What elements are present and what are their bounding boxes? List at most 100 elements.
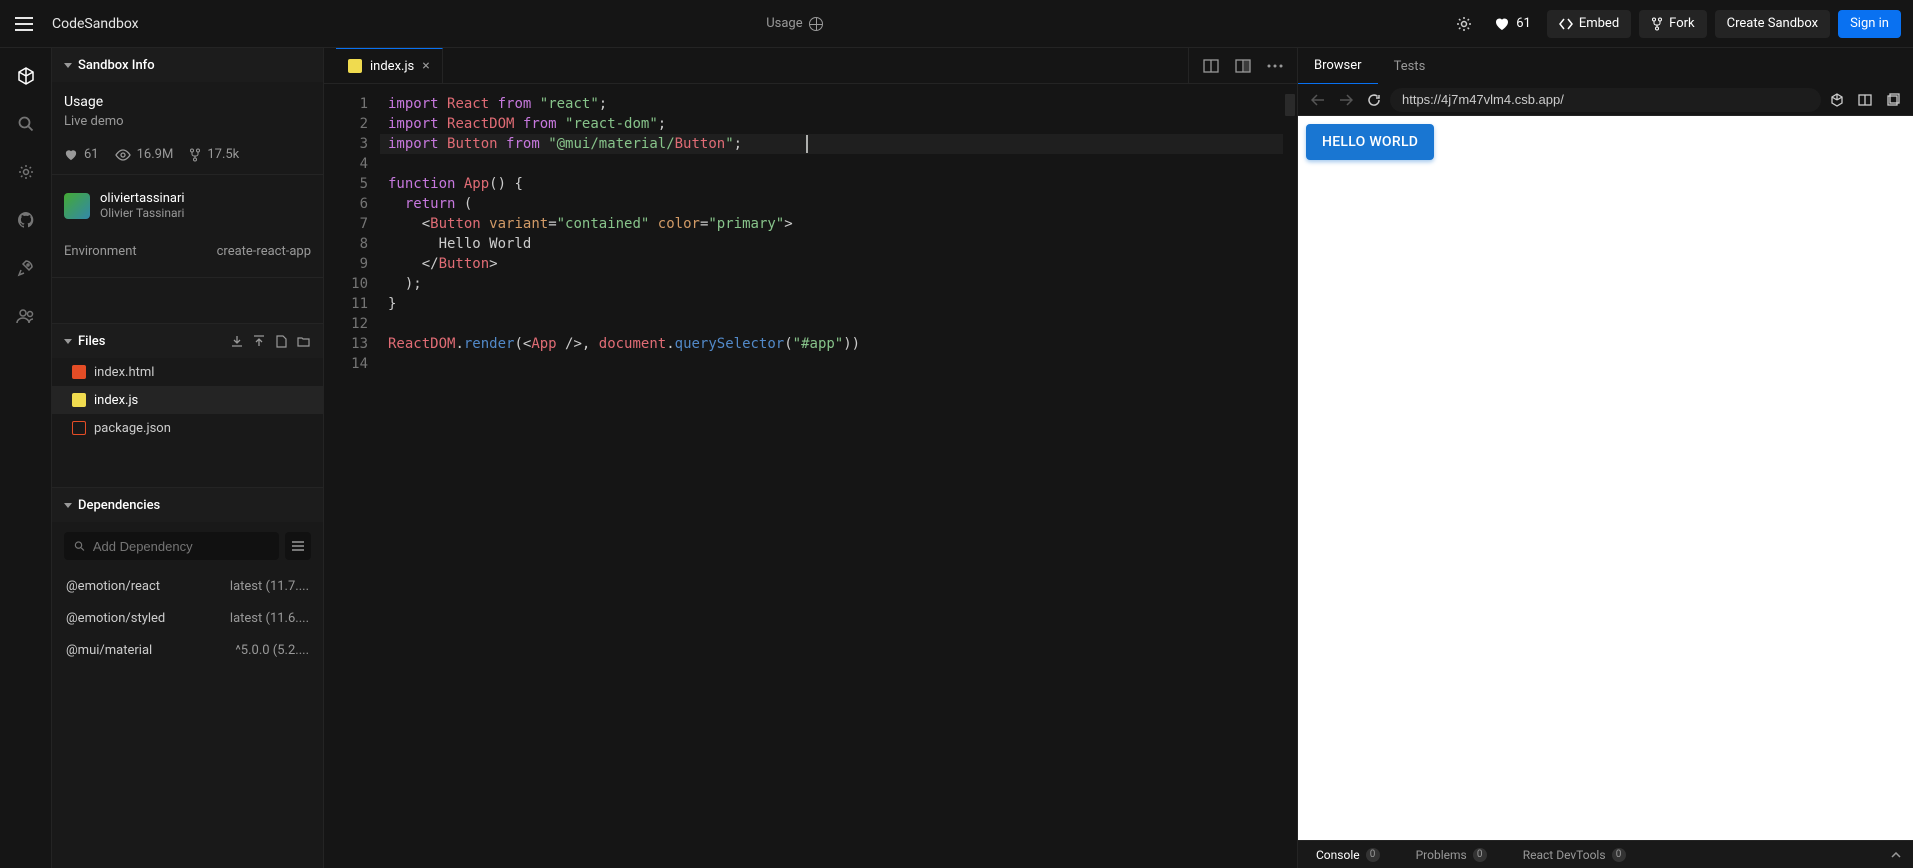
dependency-name: @emotion/styled <box>66 611 165 626</box>
dependency-item[interactable]: @emotion/react latest (11.7.... <box>64 570 311 602</box>
heart-icon <box>1494 17 1510 31</box>
stat-forks: 17.5k <box>189 147 239 162</box>
json-file-icon <box>72 421 86 435</box>
users-icon <box>16 308 36 324</box>
embed-button[interactable]: Embed <box>1547 10 1631 38</box>
js-file-icon <box>72 393 86 407</box>
files-section-header[interactable]: Files <box>52 324 323 358</box>
embed-label: Embed <box>1579 16 1619 31</box>
menu-toggle-button[interactable] <box>12 12 36 36</box>
console-tab-problems[interactable]: Problems0 <box>1410 848 1493 862</box>
console-expand-button[interactable] <box>1891 852 1901 858</box>
globe-icon <box>809 17 823 31</box>
env-value: create-react-app <box>217 244 311 259</box>
external-link-button[interactable] <box>1881 88 1905 112</box>
author-fullname: Olivier Tassinari <box>100 206 185 220</box>
new-window-button[interactable] <box>1853 88 1877 112</box>
nav-reload-button[interactable] <box>1362 88 1386 112</box>
gear-icon <box>17 163 35 181</box>
code-editor[interactable]: 1234567891011121314 import React from "r… <box>324 84 1297 868</box>
info-header-label: Sandbox Info <box>78 58 155 73</box>
dependency-item[interactable]: @emotion/styledlatest (11.6.... <box>64 602 311 634</box>
preview-tab-tests-label: Tests <box>1394 59 1426 74</box>
preview-frame: HELLO WORLD <box>1298 116 1913 840</box>
preview-tab-browser[interactable]: Browser <box>1298 48 1378 84</box>
sandbox-title: Usage <box>64 94 311 110</box>
sandbox-subtitle: Live demo <box>64 114 311 129</box>
js-file-icon <box>348 59 362 73</box>
console-tab-badge: 0 <box>1473 848 1487 862</box>
page-title: Usage <box>766 16 802 31</box>
like-button[interactable]: 61 <box>1486 10 1539 38</box>
dependency-search-input[interactable] <box>93 539 269 554</box>
reload-icon <box>1367 93 1381 107</box>
dependency-name: @emotion/react <box>66 579 160 594</box>
console-tab-label: React DevTools <box>1523 848 1606 862</box>
sign-in-button[interactable]: Sign in <box>1838 10 1901 38</box>
stat-views-value: 16.9M <box>137 147 174 162</box>
minimap[interactable] <box>1283 84 1297 868</box>
fork-button[interactable]: Fork <box>1639 10 1706 38</box>
console-tab-console[interactable]: Console 0 <box>1310 848 1386 862</box>
new-folder-button[interactable] <box>295 333 311 349</box>
upload-button[interactable] <box>251 333 267 349</box>
brand-label: CodeSandbox <box>52 16 139 32</box>
menu-icon <box>292 541 304 551</box>
hamburger-icon <box>15 17 33 31</box>
url-bar[interactable] <box>1390 88 1821 112</box>
heart-icon <box>64 149 78 161</box>
activity-live[interactable] <box>14 304 38 328</box>
new-file-button[interactable] <box>273 333 289 349</box>
split-editor-button[interactable] <box>1197 52 1225 80</box>
dependency-version: ^5.0.0 (5.2.... <box>235 643 309 658</box>
diff-view-button[interactable] <box>1229 52 1257 80</box>
diff-icon <box>1235 59 1251 73</box>
more-actions-button[interactable] <box>1261 52 1289 80</box>
file-item-label: index.js <box>94 393 138 408</box>
chevron-up-icon <box>1891 852 1901 858</box>
eye-icon <box>115 149 131 161</box>
editor-tab-indexjs[interactable]: index.js × <box>336 48 443 83</box>
arrow-right-icon <box>1339 94 1353 106</box>
file-item-index-html[interactable]: index.html <box>52 358 323 386</box>
sign-in-label: Sign in <box>1850 16 1889 31</box>
preview-tab-tests[interactable]: Tests <box>1378 48 1442 84</box>
dependency-search[interactable] <box>64 532 279 560</box>
open-sandbox-button[interactable] <box>1825 88 1849 112</box>
deps-section-header[interactable]: Dependencies <box>52 488 323 522</box>
activity-sandbox[interactable] <box>14 64 38 88</box>
activity-settings[interactable] <box>14 160 38 184</box>
author-username: oliviertassinari <box>100 191 185 206</box>
stat-likes-value: 61 <box>84 147 99 162</box>
create-sandbox-button[interactable]: Create Sandbox <box>1715 10 1830 38</box>
file-item-package-json[interactable]: package.json <box>52 414 323 442</box>
search-icon <box>17 115 35 133</box>
download-button[interactable] <box>229 333 245 349</box>
console-tab-react-devtools[interactable]: React DevTools0 <box>1517 848 1632 862</box>
stat-forks-value: 17.5k <box>207 147 239 162</box>
file-item-index-js[interactable]: index.js <box>52 386 323 414</box>
info-section-header[interactable]: Sandbox Info <box>52 48 323 82</box>
env-label: Environment <box>64 244 137 259</box>
dependency-version: latest (11.7.... <box>230 579 309 594</box>
author-link[interactable]: oliviertassinari Olivier Tassinari <box>52 175 323 236</box>
file-item-label: package.json <box>94 421 171 436</box>
hello-world-button[interactable]: HELLO WORLD <box>1306 124 1434 160</box>
activity-github[interactable] <box>14 208 38 232</box>
caret-down-icon <box>64 63 72 68</box>
dependency-menu-button[interactable] <box>285 532 311 560</box>
console-tab-badge: 0 <box>1366 848 1380 862</box>
close-tab-button[interactable]: × <box>422 59 429 73</box>
nav-back-button[interactable] <box>1306 88 1330 112</box>
activity-deploy[interactable] <box>14 256 38 280</box>
console-tab-label: Console <box>1316 848 1360 862</box>
caret-down-icon <box>64 503 72 508</box>
preferences-button[interactable] <box>1450 10 1478 38</box>
dependency-item[interactable]: @mui/material ^5.0.0 (5.2.... <box>64 634 311 666</box>
dependency-name: @mui/material <box>66 643 152 658</box>
nav-forward-button[interactable] <box>1334 88 1358 112</box>
url-input[interactable] <box>1402 92 1809 107</box>
github-icon <box>17 211 35 229</box>
stat-views: 16.9M <box>115 147 174 162</box>
activity-search[interactable] <box>14 112 38 136</box>
